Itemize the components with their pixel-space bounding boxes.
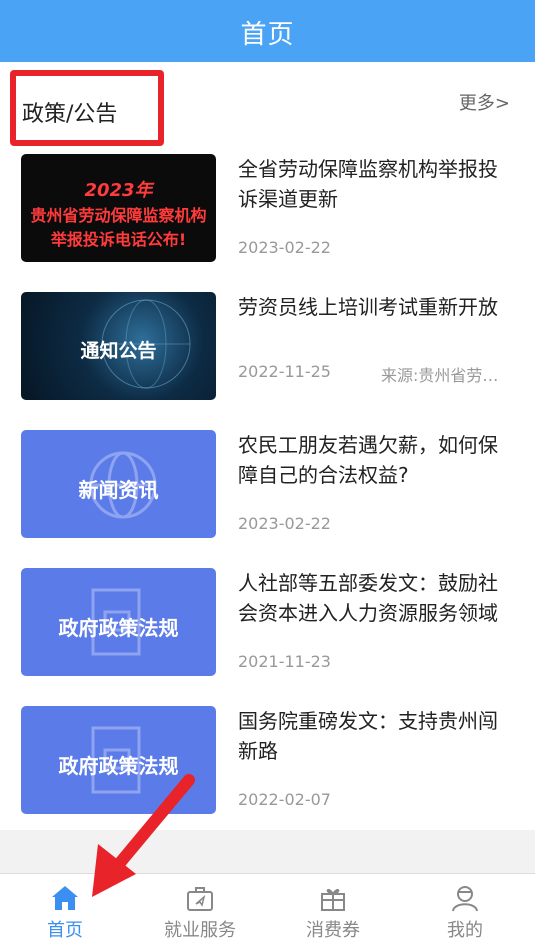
news-thumbnail: 政府政策法规: [21, 568, 216, 676]
news-item[interactable]: 2023年 贵州省劳动保障监察机构 举报投诉电话公布! 全省劳动保障监察机构举报…: [0, 154, 535, 292]
thumb-text: 举报投诉电话公布!: [50, 230, 187, 249]
red-arrow-annotation: [92, 774, 195, 897]
user-icon: [452, 886, 478, 912]
top-header: 首页: [0, 0, 535, 62]
news-item[interactable]: 新闻资讯 农民工朋友若遇欠薪，如何保障自己的合法权益? 2023-02-22: [0, 430, 535, 568]
thumb-text: 贵州省劳动保障监察机构: [30, 206, 207, 225]
news-date: 2023-02-22: [238, 514, 331, 533]
gift-icon: [321, 888, 345, 911]
thumb-text: 新闻资讯: [78, 478, 159, 502]
tab-profile[interactable]: 我的: [410, 874, 520, 944]
news-headline[interactable]: 国务院重磅发文：支持贵州闯新路: [238, 706, 506, 766]
news-date: 2021-11-23: [238, 652, 331, 671]
bottom-tab-bar: 首页 就业服务 消费券 我的: [0, 873, 535, 944]
tab-label: 就业服务: [164, 920, 236, 941]
news-item[interactable]: 通知公告 劳资员线上培训考试重新开放 2022-11-25 来源:贵州省劳动保障…: [0, 292, 535, 430]
news-headline[interactable]: 农民工朋友若遇欠薪，如何保障自己的合法权益?: [238, 430, 506, 490]
tab-label: 首页: [47, 920, 83, 941]
news-item[interactable]: 政府政策法规 国务院重磅发文：支持贵州闯新路 2022-02-07: [0, 706, 535, 844]
news-source: 来源:贵州省劳动保障监察局: [381, 366, 509, 385]
news-headline[interactable]: 劳资员线上培训考试重新开放: [238, 292, 506, 322]
section-title: 政策/公告: [22, 102, 118, 127]
tab-coupons[interactable]: 消费券: [278, 874, 388, 944]
news-item[interactable]: 政府政策法规 人社部等五部委发文：鼓励社会资本进入人力资源服务领域 2021-1…: [0, 568, 535, 706]
tab-label: 我的: [447, 920, 483, 941]
home-icon: [52, 886, 78, 910]
main-content: 政策/公告 更多> 2023年 贵州省劳动保障监察机构 举报投诉电话公布! 全省…: [0, 62, 535, 830]
more-link[interactable]: 更多>: [459, 89, 510, 115]
section-title-box: 政策/公告: [10, 70, 164, 146]
thumb-text: 2023年: [84, 180, 153, 201]
news-date: 2022-11-25: [238, 362, 331, 381]
thumb-text: 通知公告: [80, 340, 157, 362]
news-thumbnail: 2023年 贵州省劳动保障监察机构 举报投诉电话公布!: [21, 154, 216, 262]
news-date: 2023-02-22: [238, 238, 331, 257]
news-thumbnail: 通知公告: [21, 292, 216, 400]
section-header: 政策/公告 更多>: [0, 62, 535, 146]
news-date: 2022-02-07: [238, 790, 331, 809]
news-headline[interactable]: 全省劳动保障监察机构举报投诉渠道更新: [238, 154, 506, 214]
thumb-text: 政府政策法规: [58, 616, 179, 640]
tab-label: 消费券: [306, 920, 360, 941]
news-thumbnail: 新闻资讯: [21, 430, 216, 538]
news-headline[interactable]: 人社部等五部委发文：鼓励社会资本进入人力资源服务领域: [238, 568, 506, 628]
page-title: 首页: [240, 20, 295, 50]
